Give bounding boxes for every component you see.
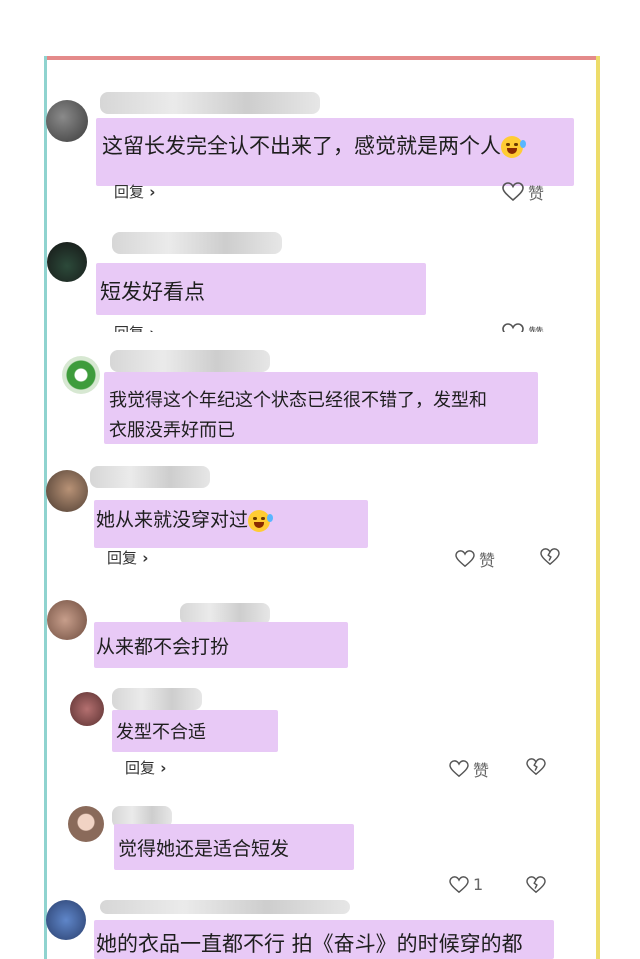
heart-outline-icon — [502, 182, 524, 202]
laughing-tears-emoji — [248, 509, 274, 532]
broken-heart-icon[interactable] — [540, 548, 560, 566]
broken-heart-icon[interactable] — [526, 876, 546, 894]
comment-text: 觉得她还是适合短发 — [118, 838, 290, 860]
avatar[interactable] — [47, 600, 87, 640]
avatar[interactable] — [46, 900, 86, 940]
reply-button[interactable]: 回复 — [107, 547, 148, 568]
like-label: 赞 — [473, 761, 490, 780]
heart-outline-icon — [449, 760, 469, 778]
comment-text-line-1: 我觉得这个年纪这个状态已经很不错了，发型和 — [109, 390, 487, 411]
like-button[interactable]: 1 — [449, 875, 483, 894]
like-label: 赞 — [479, 551, 496, 570]
comment-text: 她从来就没穿对过 — [96, 505, 274, 532]
comment-text: 从来都不会打扮 — [96, 636, 230, 658]
frame-border-top — [44, 56, 600, 60]
avatar[interactable] — [46, 100, 88, 142]
like-button[interactable]: 赞 — [502, 180, 544, 204]
blurred-username — [112, 688, 202, 710]
avatar[interactable] — [70, 692, 104, 726]
avatar[interactable] — [47, 242, 87, 282]
like-button[interactable]: 赞 — [449, 757, 489, 781]
laughing-tears-emoji — [501, 136, 526, 158]
comment-text: 这留长发完全认不出来了，感觉就是两个人 — [102, 130, 526, 160]
blurred-username — [90, 466, 210, 488]
blurred-username — [110, 350, 270, 372]
heart-outline-icon — [449, 875, 469, 894]
blurred-username — [100, 92, 320, 114]
blurred-username — [112, 232, 282, 254]
cropped-action-row: 回复 赞 — [110, 322, 570, 332]
reply-button[interactable]: 回复 — [114, 322, 155, 332]
heart-outline-icon — [502, 323, 524, 332]
broken-heart-icon[interactable] — [526, 758, 546, 776]
like-label: 赞 — [528, 322, 544, 332]
avatar[interactable] — [46, 470, 88, 512]
like-button[interactable]: 赞 — [455, 547, 495, 571]
frame-border-right — [596, 56, 600, 959]
frame-border-left — [44, 56, 47, 959]
heart-outline-icon — [455, 550, 475, 568]
like-label: 赞 — [528, 184, 545, 203]
like-button[interactable]: 赞 — [502, 322, 544, 332]
avatar[interactable] — [68, 806, 104, 842]
comment-text: 她的衣品一直都不行 拍《奋斗》的时候穿的都 — [96, 932, 523, 956]
like-count: 1 — [473, 875, 484, 894]
avatar[interactable] — [62, 356, 100, 394]
comment-text: 发型不合适 — [116, 722, 206, 743]
reply-button[interactable]: 回复 — [125, 757, 166, 778]
comment-text: 短发好看点 — [100, 280, 205, 304]
blurred-username — [100, 900, 350, 914]
reply-button[interactable]: 回复 — [114, 181, 155, 202]
comment-text-line-2: 衣服没弄好而已 — [109, 420, 235, 441]
